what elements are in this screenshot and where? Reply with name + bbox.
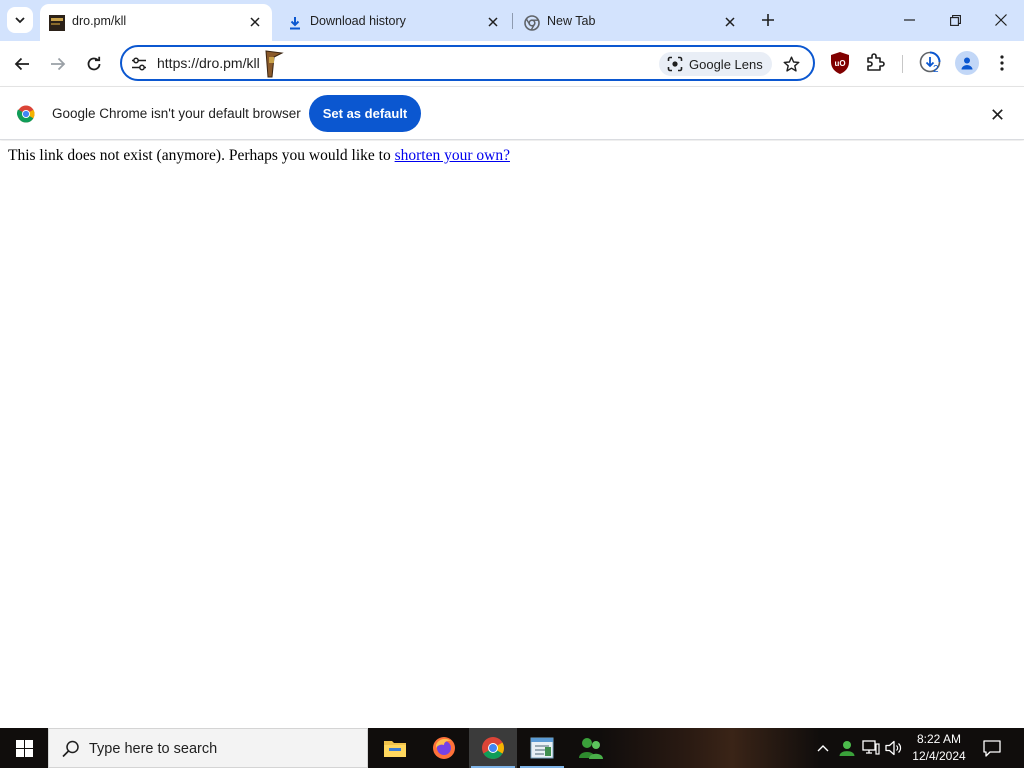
tab-new-tab[interactable]: New Tab bbox=[515, 4, 747, 41]
firefox-taskbar-button[interactable] bbox=[420, 728, 468, 768]
chevron-up-icon bbox=[817, 745, 829, 752]
tab-separator bbox=[512, 13, 513, 29]
restore-icon bbox=[949, 14, 961, 26]
tab-strip: dro.pm/kll Download history New Tab bbox=[0, 0, 1024, 41]
people-taskbar-button[interactable] bbox=[567, 728, 615, 768]
clock-date: 12/4/2024 bbox=[912, 749, 966, 763]
browser-toolbar: https://dro.pm/kll Google Lens uO 2 bbox=[0, 41, 1024, 86]
download-icon bbox=[287, 15, 303, 31]
start-button[interactable] bbox=[0, 728, 48, 768]
close-tab-icon[interactable] bbox=[721, 13, 739, 31]
tab-title: Download history bbox=[310, 14, 406, 28]
taskbar-clock[interactable]: 8:22 AM 12/4/2024 bbox=[906, 731, 972, 765]
google-lens-label: Google Lens bbox=[689, 56, 763, 72]
close-window-button[interactable] bbox=[978, 0, 1024, 40]
tab-title: New Tab bbox=[547, 14, 596, 28]
more-vert-icon bbox=[1000, 55, 1004, 71]
page-content: This link does not exist (anymore). Perh… bbox=[0, 141, 1024, 728]
minimize-button[interactable] bbox=[886, 0, 932, 40]
default-browser-infobar: Google Chrome isn't your default browser… bbox=[0, 86, 1024, 140]
downloads-count: 2 bbox=[933, 64, 939, 75]
arrow-right-icon bbox=[51, 57, 66, 71]
folder-icon bbox=[384, 741, 406, 757]
network-tray-icon[interactable] bbox=[861, 738, 881, 758]
shorten-link[interactable]: shorten your own? bbox=[395, 147, 510, 164]
taskbar-wallpaper-tint bbox=[600, 728, 820, 768]
chrome-icon bbox=[482, 737, 504, 759]
tab-dropm[interactable]: dro.pm/kll bbox=[40, 4, 272, 41]
minimize-icon bbox=[903, 19, 915, 21]
svg-text:uO: uO bbox=[834, 59, 845, 68]
download-progress-icon bbox=[919, 51, 941, 73]
infobar-message: Google Chrome isn't your default browser bbox=[52, 106, 301, 121]
reload-button[interactable] bbox=[81, 51, 107, 77]
user-green-icon bbox=[839, 741, 855, 756]
search-placeholder: Type here to search bbox=[89, 741, 218, 757]
plus-icon bbox=[762, 14, 774, 26]
set-as-default-button[interactable]: Set as default bbox=[309, 95, 421, 132]
profile-button[interactable] bbox=[955, 51, 979, 75]
people-tray-icon[interactable] bbox=[837, 738, 857, 758]
reload-icon bbox=[87, 56, 101, 71]
action-center-button[interactable] bbox=[980, 736, 1004, 760]
network-icon bbox=[862, 740, 880, 755]
clock-time: 8:22 AM bbox=[916, 732, 962, 746]
windows-logo-icon bbox=[15, 739, 33, 757]
back-button[interactable] bbox=[9, 51, 35, 77]
chrome-icon bbox=[524, 15, 540, 31]
mouse-cursor-icon bbox=[260, 49, 286, 79]
show-hidden-icons-button[interactable] bbox=[813, 738, 833, 758]
new-tab-button[interactable] bbox=[757, 9, 779, 31]
tab-download-history[interactable]: Download history bbox=[278, 4, 510, 41]
page-message-text: This link does not exist (anymore). Perh… bbox=[8, 147, 395, 164]
volume-tray-icon[interactable] bbox=[884, 738, 904, 758]
tab-title: dro.pm/kll bbox=[72, 14, 127, 28]
downloads-button[interactable] bbox=[917, 49, 945, 77]
people-app-icon bbox=[579, 738, 603, 759]
restore-button[interactable] bbox=[932, 0, 978, 40]
extensions-puzzle-icon[interactable] bbox=[865, 51, 889, 75]
notification-icon bbox=[983, 739, 1001, 757]
chrome-taskbar-button[interactable] bbox=[469, 728, 517, 768]
close-icon bbox=[995, 14, 1007, 26]
address-bar[interactable]: https://dro.pm/kll Google Lens bbox=[120, 45, 815, 81]
search-icon bbox=[62, 740, 79, 758]
notepad-app-icon bbox=[530, 737, 554, 759]
file-explorer-taskbar-button[interactable] bbox=[371, 728, 419, 768]
bookmark-star-button[interactable] bbox=[780, 53, 802, 75]
arrow-left-icon bbox=[14, 57, 29, 71]
google-lens-icon bbox=[667, 56, 683, 72]
dropm-favicon-icon bbox=[49, 15, 65, 31]
page-message: This link does not exist (anymore). Perh… bbox=[8, 147, 510, 165]
toolbar-divider bbox=[902, 55, 903, 73]
address-url[interactable]: https://dro.pm/kll bbox=[157, 55, 260, 71]
close-tab-icon[interactable] bbox=[246, 13, 264, 31]
speaker-icon bbox=[885, 740, 902, 756]
forward-button[interactable] bbox=[45, 51, 71, 77]
close-icon bbox=[991, 108, 1003, 120]
close-tab-icon[interactable] bbox=[484, 13, 502, 31]
avatar-icon bbox=[961, 57, 973, 70]
firefox-icon bbox=[433, 737, 455, 759]
google-lens-button[interactable]: Google Lens bbox=[659, 52, 772, 76]
chevron-down-icon bbox=[15, 17, 25, 24]
taskbar-search-box[interactable]: Type here to search bbox=[48, 728, 368, 768]
tab-search-button[interactable] bbox=[7, 7, 33, 33]
chrome-menu-button[interactable] bbox=[992, 51, 1012, 75]
chrome-logo-icon bbox=[17, 105, 35, 123]
star-icon bbox=[783, 56, 799, 72]
ublock-origin-extension-icon[interactable]: uO bbox=[829, 51, 851, 75]
windows-taskbar: Type here to search 8:22 AM 12/4/2024 bbox=[0, 728, 1024, 768]
notepad-taskbar-button[interactable] bbox=[518, 728, 566, 768]
site-info-icon[interactable] bbox=[130, 55, 148, 73]
infobar-close-button[interactable] bbox=[987, 104, 1007, 124]
